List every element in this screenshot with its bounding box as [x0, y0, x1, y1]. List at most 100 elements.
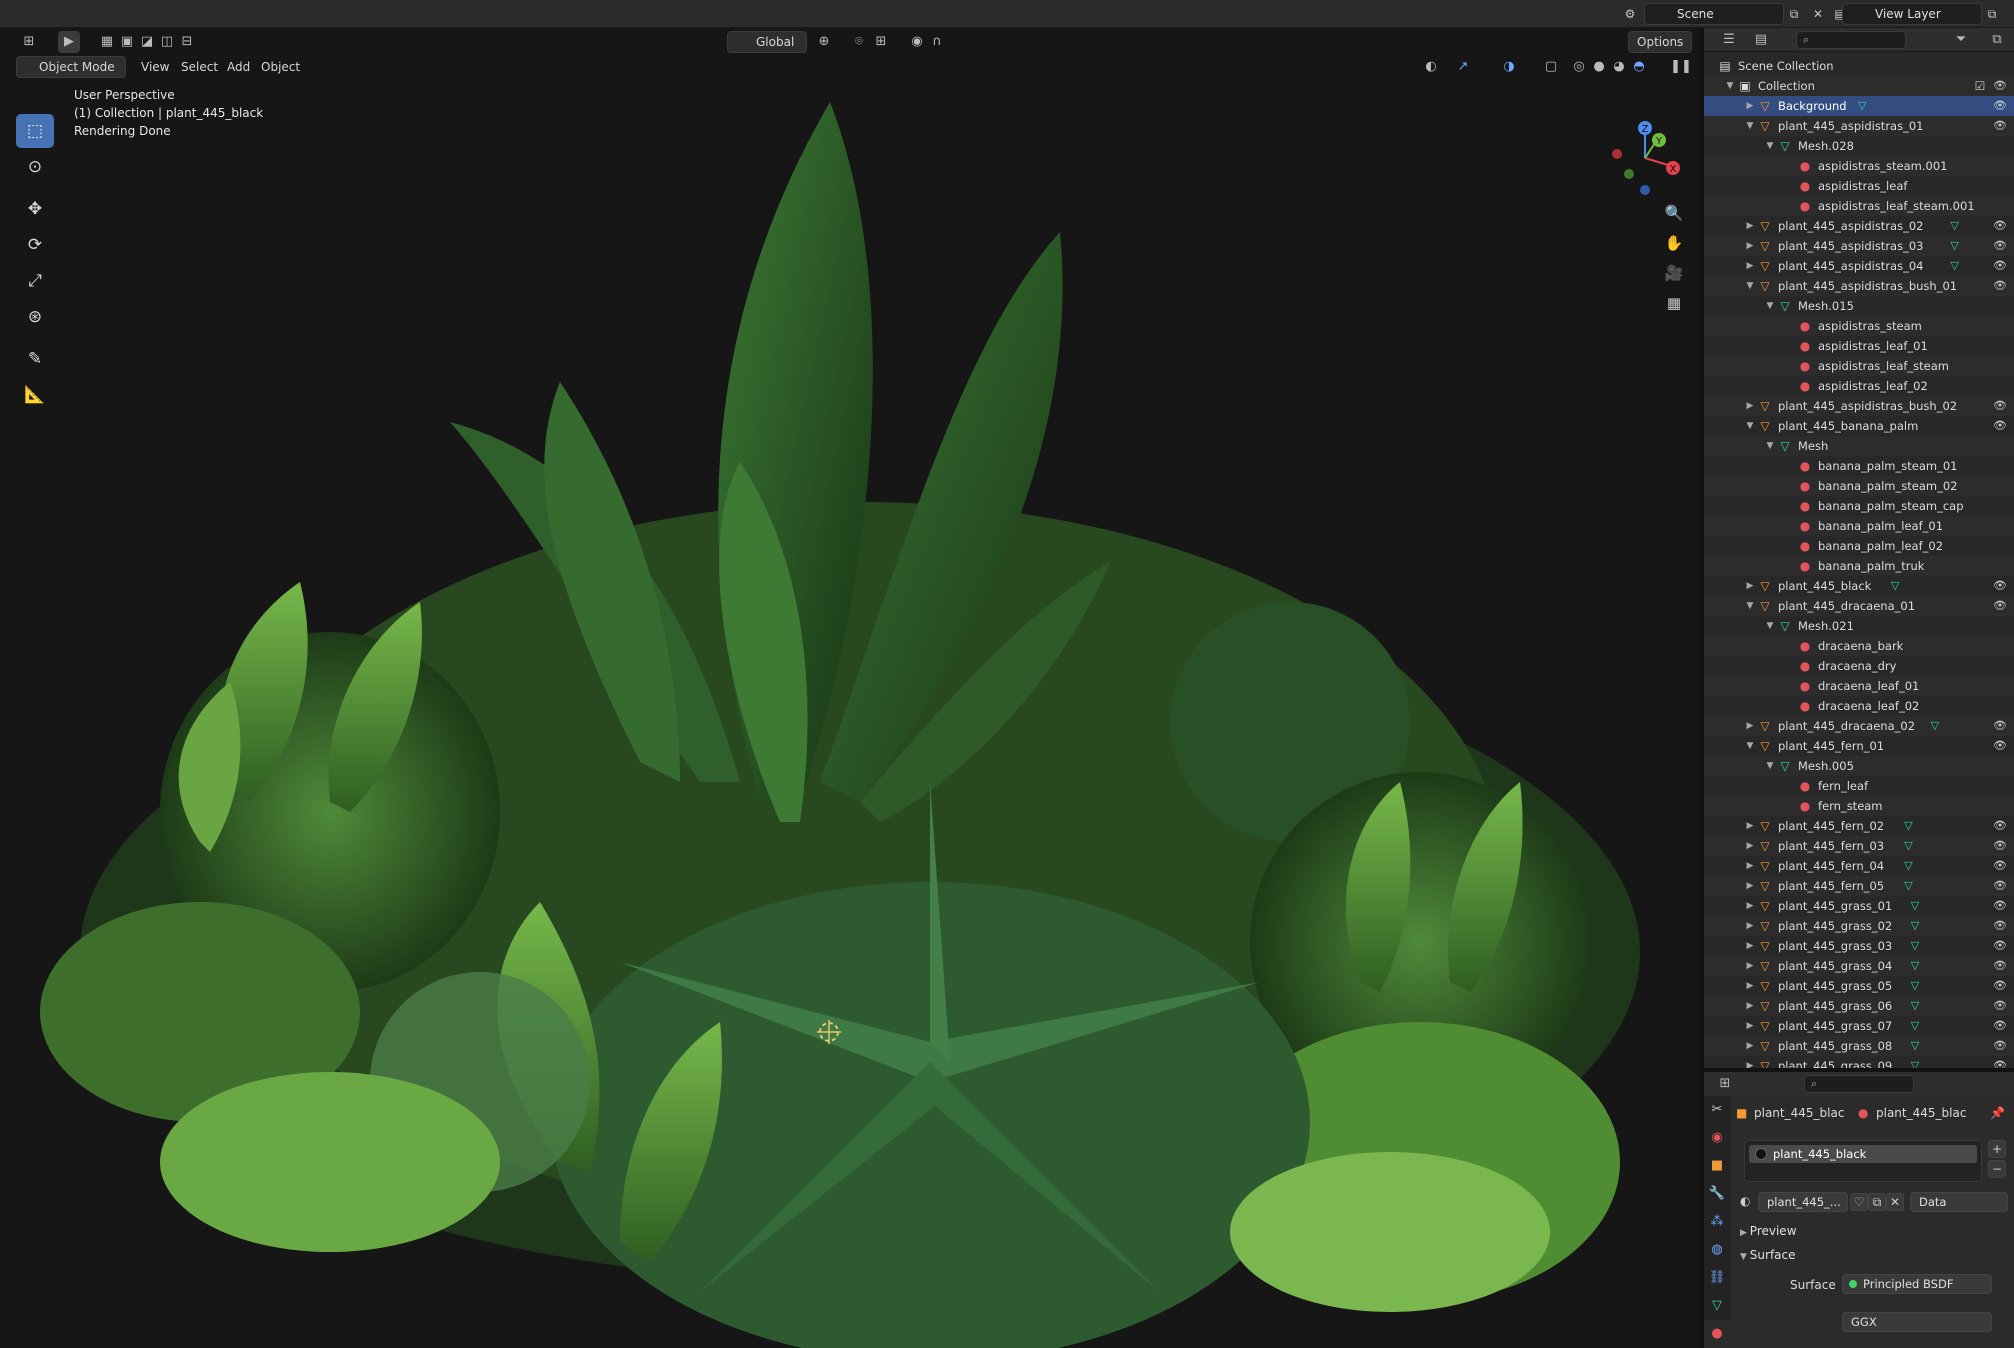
- rotate-tool-icon[interactable]: ⟳: [16, 228, 54, 262]
- solid-shading-icon[interactable]: ●: [1588, 56, 1610, 78]
- proportional-edit-icon[interactable]: ◉: [906, 31, 928, 53]
- visibility-eye-icon[interactable]: 👁: [1992, 1056, 2008, 1068]
- outliner-row[interactable]: ▶ ▽ plant_445_fern_03 ▽ 👁: [1704, 836, 2014, 856]
- outliner-row[interactable]: ● banana_palm_truk: [1704, 556, 2014, 576]
- collapse-arrow-icon[interactable]: ▼: [1744, 736, 1756, 756]
- collapse-arrow-icon[interactable]: ▼: [1764, 756, 1776, 776]
- particles-tab-icon[interactable]: ⁂: [1704, 1208, 1730, 1236]
- mesh-data-icon[interactable]: ▽: [1911, 956, 1919, 976]
- visibility-eye-icon[interactable]: 👁: [1992, 96, 2008, 116]
- properties-editor-type-icon[interactable]: ⊞: [1714, 1073, 1736, 1095]
- outliner-row[interactable]: ▶ ▽ plant_445_fern_05 ▽ 👁: [1704, 876, 2014, 896]
- outliner-row[interactable]: ▼ ▽ Mesh.015: [1704, 296, 2014, 316]
- mesh-data-icon[interactable]: ▽: [1911, 976, 1919, 996]
- orientation-dropdown[interactable]: Global: [727, 31, 807, 53]
- outliner-row[interactable]: ▶ ▽ plant_445_grass_04 ▽ 👁: [1704, 956, 2014, 976]
- outliner-row[interactable]: ▶ ▽ plant_445_grass_07 ▽ 👁: [1704, 1016, 2014, 1036]
- expand-arrow-icon[interactable]: ▶: [1744, 836, 1756, 856]
- outliner-row[interactable]: ● dracaena_bark: [1704, 636, 2014, 656]
- expand-arrow-icon[interactable]: ▶: [1744, 1036, 1756, 1056]
- visibility-eye-icon[interactable]: 👁: [1992, 916, 2008, 936]
- material-tab-icon[interactable]: ●: [1704, 1320, 1730, 1348]
- outliner-row[interactable]: ▶ ▽ plant_445_aspidistras_03 ▽ 👁: [1704, 236, 2014, 256]
- outliner-search-input[interactable]: ⌕: [1796, 31, 1906, 49]
- select-subtract-icon[interactable]: ◪: [136, 31, 158, 53]
- outliner-row[interactable]: ▼ ▽ plant_445_dracaena_01 👁: [1704, 596, 2014, 616]
- expand-arrow-icon[interactable]: ▶: [1744, 396, 1756, 416]
- constraints-tab-icon[interactable]: ⛓: [1704, 1264, 1730, 1292]
- outliner-row[interactable]: ▶ ▽ plant_445_fern_04 ▽ 👁: [1704, 856, 2014, 876]
- expand-arrow-icon[interactable]: ▶: [1744, 1056, 1756, 1068]
- outliner-row[interactable]: ▼ ▽ Mesh.005: [1704, 756, 2014, 776]
- display-mode-icon[interactable]: ▤: [1750, 29, 1772, 51]
- overlay-toggle-icon[interactable]: ◑: [1498, 56, 1520, 78]
- expand-arrow-icon[interactable]: ▶: [1744, 1016, 1756, 1036]
- scene-selector[interactable]: Scene: [1644, 3, 1784, 25]
- material-slot-item[interactable]: plant_445_black: [1749, 1145, 1977, 1163]
- outliner-row[interactable]: ▶ ▽ plant_445_black ▽ 👁: [1704, 576, 2014, 596]
- mode-dropdown[interactable]: Object Mode: [16, 56, 126, 78]
- unlink-material-icon[interactable]: ✕: [1886, 1193, 1904, 1211]
- expand-arrow-icon[interactable]: ▶: [1744, 256, 1756, 276]
- add-slot-button[interactable]: +: [1988, 1140, 2006, 1158]
- visibility-eye-icon[interactable]: 👁: [1992, 396, 2008, 416]
- pause-render-icon[interactable]: ❚❚: [1670, 56, 1692, 78]
- remove-slot-button[interactable]: −: [1988, 1160, 2006, 1178]
- visibility-eye-icon[interactable]: 👁: [1992, 856, 2008, 876]
- visibility-icon[interactable]: ◐: [1420, 56, 1442, 78]
- visibility-eye-icon[interactable]: 👁: [1992, 256, 2008, 276]
- mesh-data-icon[interactable]: ▽: [1950, 216, 1958, 236]
- ortho-grid-icon[interactable]: ▦: [1660, 288, 1688, 318]
- outliner-row[interactable]: ▶ ▽ plant_445_grass_08 ▽ 👁: [1704, 1036, 2014, 1056]
- mesh-data-icon[interactable]: ▽: [1911, 1056, 1919, 1068]
- camera-view-icon[interactable]: 🎥: [1660, 258, 1688, 288]
- visibility-eye-icon[interactable]: 👁: [1992, 576, 2008, 596]
- expand-arrow-icon[interactable]: ▶: [1744, 216, 1756, 236]
- outliner-row[interactable]: ● aspidistras_leaf: [1704, 176, 2014, 196]
- outliner-row[interactable]: ▼ ▽ plant_445_fern_01 👁: [1704, 736, 2014, 756]
- rendered-shading-icon[interactable]: ◓: [1628, 56, 1650, 78]
- select-box-icon[interactable]: ▦: [96, 31, 118, 53]
- expand-arrow-icon[interactable]: ▶: [1744, 996, 1756, 1016]
- editor-type-icon[interactable]: ⊞: [18, 31, 40, 53]
- expand-arrow-icon[interactable]: ▶: [1744, 896, 1756, 916]
- link-dropdown[interactable]: Data: [1910, 1192, 2008, 1212]
- options-dropdown[interactable]: Options: [1628, 31, 1692, 53]
- pin-icon[interactable]: 📌: [1990, 1106, 2005, 1120]
- visibility-eye-icon[interactable]: 👁: [1992, 976, 2008, 996]
- mesh-data-icon[interactable]: ▽: [1904, 856, 1912, 876]
- visibility-eye-icon[interactable]: 👁: [1992, 76, 2008, 96]
- data-tab-icon[interactable]: ▽: [1704, 1292, 1730, 1320]
- expand-arrow-icon[interactable]: ▶: [1744, 856, 1756, 876]
- outliner-row[interactable]: ▶ ▽ plant_445_dracaena_02 ▽ 👁: [1704, 716, 2014, 736]
- mesh-data-icon[interactable]: ▽: [1911, 916, 1919, 936]
- fake-user-icon[interactable]: ♡: [1850, 1193, 1868, 1211]
- outliner-row[interactable]: ▶ ▽ plant_445_grass_02 ▽ 👁: [1704, 916, 2014, 936]
- visibility-eye-icon[interactable]: 👁: [1992, 936, 2008, 956]
- mesh-data-icon[interactable]: ▽: [1911, 936, 1919, 956]
- expand-arrow-icon[interactable]: ▶: [1744, 96, 1756, 116]
- outliner-row[interactable]: ● fern_leaf: [1704, 776, 2014, 796]
- mesh-data-icon[interactable]: ▽: [1931, 716, 1939, 736]
- expand-arrow-icon[interactable]: ▶: [1744, 236, 1756, 256]
- visibility-eye-icon[interactable]: 👁: [1992, 836, 2008, 856]
- visibility-eye-icon[interactable]: 👁: [1992, 1016, 2008, 1036]
- visibility-eye-icon[interactable]: 👁: [1992, 816, 2008, 836]
- scene-icon[interactable]: ⚙: [1620, 5, 1640, 23]
- filter-icon[interactable]: ⏷: [1950, 29, 1972, 51]
- pan-hand-icon[interactable]: ✋: [1660, 228, 1688, 258]
- view-layer-selector[interactable]: View Layer: [1842, 3, 1982, 25]
- new-scene-icon[interactable]: ⧉: [1784, 5, 1804, 23]
- measure-tool-icon[interactable]: 📐: [16, 378, 54, 412]
- wireframe-shading-icon[interactable]: ◎: [1568, 56, 1590, 78]
- outliner-row[interactable]: ● dracaena_leaf_01: [1704, 676, 2014, 696]
- outliner-row[interactable]: ▼ ▽ plant_445_banana_palm 👁: [1704, 416, 2014, 436]
- visibility-eye-icon[interactable]: 👁: [1992, 416, 2008, 436]
- pivot-icon[interactable]: ⊕: [813, 31, 835, 53]
- outliner-row[interactable]: ▶ ▽ Background ▽ 👁: [1704, 96, 2014, 116]
- outliner-row[interactable]: ▶ ▽ plant_445_fern_02 ▽ 👁: [1704, 816, 2014, 836]
- mesh-data-icon[interactable]: ▽: [1950, 256, 1958, 276]
- select-invert-icon[interactable]: ⊟: [176, 31, 198, 53]
- collapse-arrow-icon[interactable]: ▼: [1764, 136, 1776, 156]
- distribution-dropdown[interactable]: GGX: [1842, 1312, 1992, 1332]
